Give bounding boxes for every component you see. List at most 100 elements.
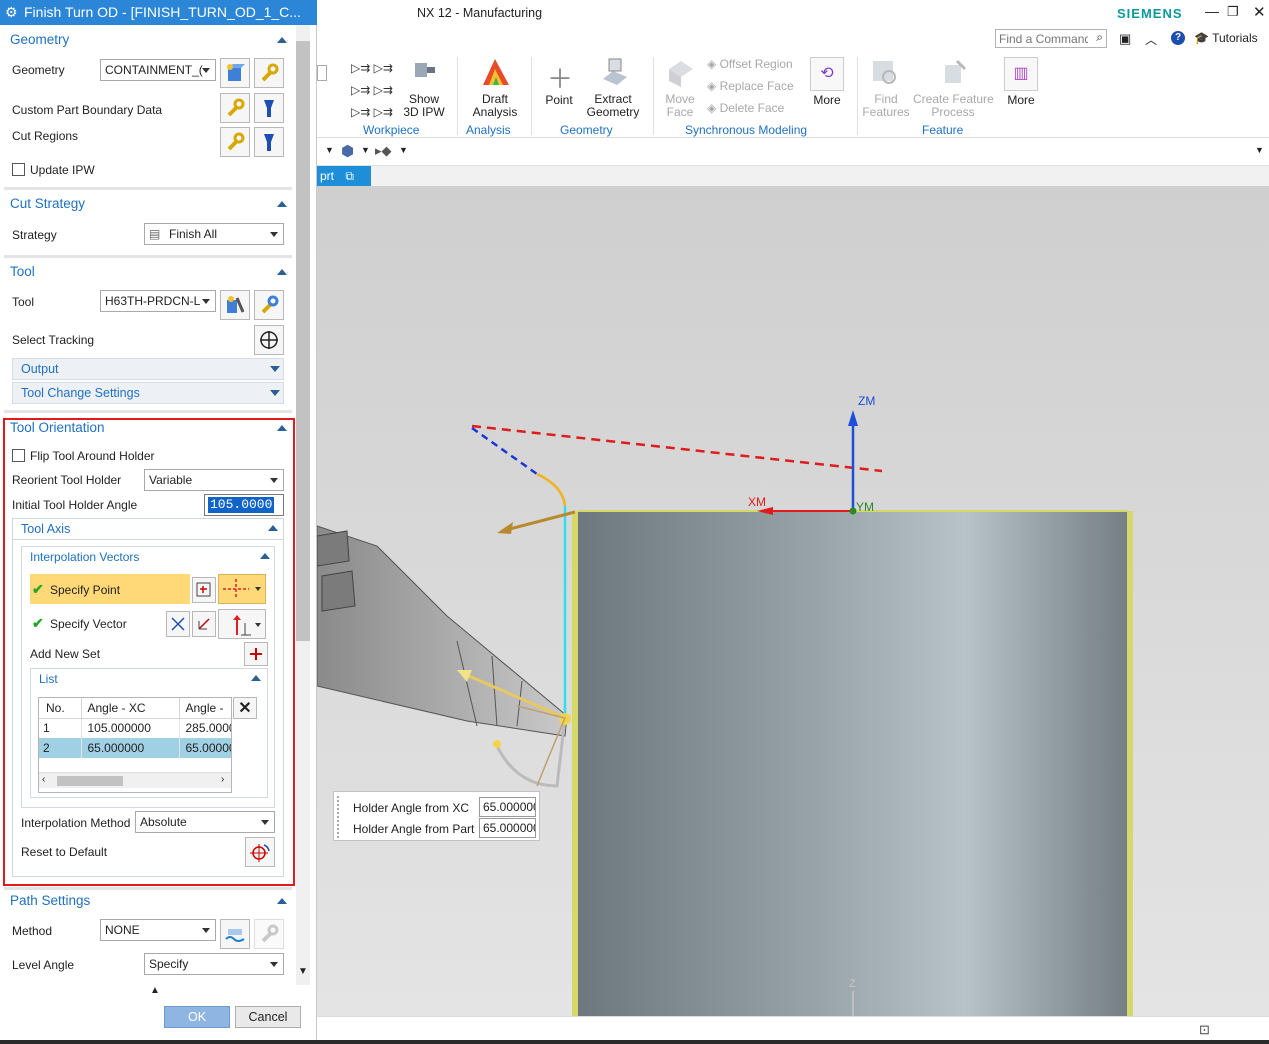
window-icon[interactable]: ▣ (1119, 31, 1131, 47)
cancel-button[interactable]: Cancel (235, 1006, 301, 1028)
tool-holder[interactable] (317, 525, 568, 737)
custom-boundary-display-button[interactable] (254, 93, 284, 123)
dropdown-icon[interactable]: ▼ (1255, 145, 1264, 155)
part-navigator-icon[interactable]: ⬢ (341, 142, 354, 160)
cut-regions-edit-button[interactable] (220, 127, 250, 157)
display-tool-button[interactable] (220, 290, 250, 320)
initial-angle-input[interactable]: 105.0000 (204, 494, 284, 516)
restore-icon[interactable]: ❐ (1227, 4, 1239, 20)
tool-select[interactable]: H63TH-PRDCN-L (100, 290, 216, 312)
horizontal-scrollbar[interactable]: ‹ › (39, 772, 231, 788)
replace-face-button[interactable]: ◈ Replace Face (707, 79, 794, 93)
dropdown-icon[interactable]: ▼ (399, 145, 408, 155)
method-select[interactable]: NONE (100, 919, 216, 941)
scroll-down-icon[interactable]: ▼ (298, 966, 308, 977)
column-header[interactable]: Angle - XC (81, 698, 180, 719)
scroll-thumb[interactable] (296, 41, 310, 641)
ribbon-scroll[interactable] (317, 65, 327, 81)
point-type-dropdown[interactable] (218, 574, 266, 604)
flip-tool-checkbox[interactable] (12, 449, 25, 462)
method-edit-button[interactable] (254, 919, 284, 949)
gizmo-handle[interactable] (493, 740, 501, 748)
point-button[interactable]: Point (539, 93, 579, 107)
custom-boundary-edit-button[interactable] (220, 93, 250, 123)
edit-geometry-button[interactable] (254, 58, 284, 88)
tool-orientation-section-header[interactable]: Tool Orientation (10, 420, 105, 435)
collapse-icon[interactable] (260, 553, 270, 559)
add-new-set-button[interactable] (244, 642, 268, 666)
holder-xc-input[interactable]: 65.000000 (479, 797, 536, 817)
display-geometry-button[interactable] (220, 58, 250, 88)
reverse-direction-button[interactable] (166, 611, 190, 637)
table-row[interactable]: 1 105.000000 285.0000 (39, 718, 231, 738)
collapse-icon[interactable] (268, 525, 278, 531)
level-angle-select[interactable]: Specify (144, 953, 284, 975)
method-display-button[interactable] (220, 919, 250, 949)
cut-strategy-section-header[interactable]: Cut Strategy (10, 196, 85, 211)
draft-analysis-button[interactable]: Draft Analysis (467, 93, 523, 119)
minimize-icon[interactable]: — (1205, 3, 1219, 19)
collapse-icon[interactable] (277, 425, 287, 431)
table-row-selected[interactable]: 2 65.000000 65.00000 (39, 738, 231, 758)
dialog-title-bar[interactable]: ⚙ Finish Turn OD - [FINISH_TURN_OD_1_C..… (0, 0, 317, 25)
tab-part[interactable]: prt ⧉ ✕ (317, 166, 371, 204)
command-finder[interactable]: ⌕ (995, 29, 1107, 48)
tool-axis-subsection[interactable]: Tool Axis (12, 518, 284, 540)
command-finder-input[interactable] (996, 30, 1088, 47)
expand-icon[interactable] (270, 390, 280, 396)
help-icon[interactable]: ? (1171, 31, 1185, 45)
point-dialog-button[interactable] (192, 577, 216, 603)
reorient-select[interactable]: Variable (144, 469, 284, 491)
scroll-right-icon[interactable]: › (221, 774, 224, 785)
vector-type-dropdown[interactable] (218, 609, 266, 639)
vector-dialog-button[interactable] (192, 611, 216, 637)
update-ipw-checkbox[interactable] (12, 163, 25, 176)
interp-vectors-header[interactable]: Interpolation Vectors (30, 550, 139, 564)
cut-regions-display-button[interactable] (254, 127, 284, 157)
output-subsection[interactable]: Output (12, 358, 284, 380)
column-header[interactable]: No. (39, 698, 82, 719)
find-features-button[interactable]: Find Features (861, 93, 911, 119)
path-settings-section-header[interactable]: Path Settings (10, 893, 90, 908)
geometry-select[interactable]: CONTAINMENT_( (100, 59, 216, 81)
show-ipw-button[interactable]: Show 3D IPW (401, 93, 447, 119)
dialog-scrollbar[interactable]: ▼ (296, 25, 310, 985)
create-feature-process-button[interactable]: Create Feature Process (913, 93, 994, 119)
list-header[interactable]: List (39, 672, 58, 686)
popout-icon[interactable]: ⧉ (345, 169, 354, 183)
delete-face-button[interactable]: ◈ Delete Face (707, 101, 784, 115)
collapse-icon[interactable] (277, 269, 287, 275)
filter-icon[interactable]: ▸◆ (375, 143, 392, 159)
strategy-select[interactable]: ▤ Finish All (144, 223, 284, 245)
close-icon[interactable]: ✕ (1253, 3, 1266, 21)
scroll-thumb[interactable] (57, 776, 123, 786)
feature-more-button[interactable]: More (1001, 93, 1041, 107)
collapse-icon[interactable] (277, 201, 287, 207)
select-tracking-button[interactable] (254, 325, 284, 355)
offset-region-button[interactable]: ◈ Offset Region (707, 57, 793, 71)
reset-default-button[interactable] (245, 837, 275, 867)
dropdown-icon[interactable]: ▼ (325, 145, 334, 155)
tool-change-settings-subsection[interactable]: Tool Change Settings (12, 382, 284, 404)
edit-tool-button[interactable] (254, 290, 284, 320)
tool-section-header[interactable]: Tool (10, 264, 35, 279)
more-up-icon[interactable]: ▲ (150, 985, 160, 996)
holder-part-input[interactable]: 65.000000 (479, 818, 536, 838)
workpiece-small-buttons[interactable]: ▷⇉ ▷⇉ ▷⇉ ▷⇉ ▷⇉ ▷⇉ (351, 57, 393, 123)
collapse-icon[interactable] (251, 675, 261, 681)
dropdown-icon[interactable]: ▼ (361, 145, 370, 155)
ok-button[interactable]: OK (164, 1006, 230, 1028)
column-header[interactable]: Angle - (179, 698, 231, 719)
chevron-up-icon[interactable]: ︿ (1145, 31, 1157, 48)
tutorials-link[interactable]: 🎓 Tutorials (1194, 31, 1258, 45)
fit-view-icon[interactable]: ⊡ (1199, 1022, 1210, 1038)
graphics-viewport[interactable]: ZM XM YM Z Holder Angle from XC 65.00000… (317, 186, 1269, 1016)
interp-method-select[interactable]: Absolute (135, 811, 275, 833)
extract-geometry-button[interactable]: Extract Geometry (581, 93, 645, 119)
expand-icon[interactable] (270, 366, 280, 372)
workpiece-cylinder[interactable] (572, 511, 1133, 1016)
collapse-icon[interactable] (277, 898, 287, 904)
delete-row-button[interactable]: ✕ (233, 697, 257, 719)
collapse-icon[interactable] (277, 37, 287, 43)
move-face-button[interactable]: Move Face (657, 93, 703, 119)
